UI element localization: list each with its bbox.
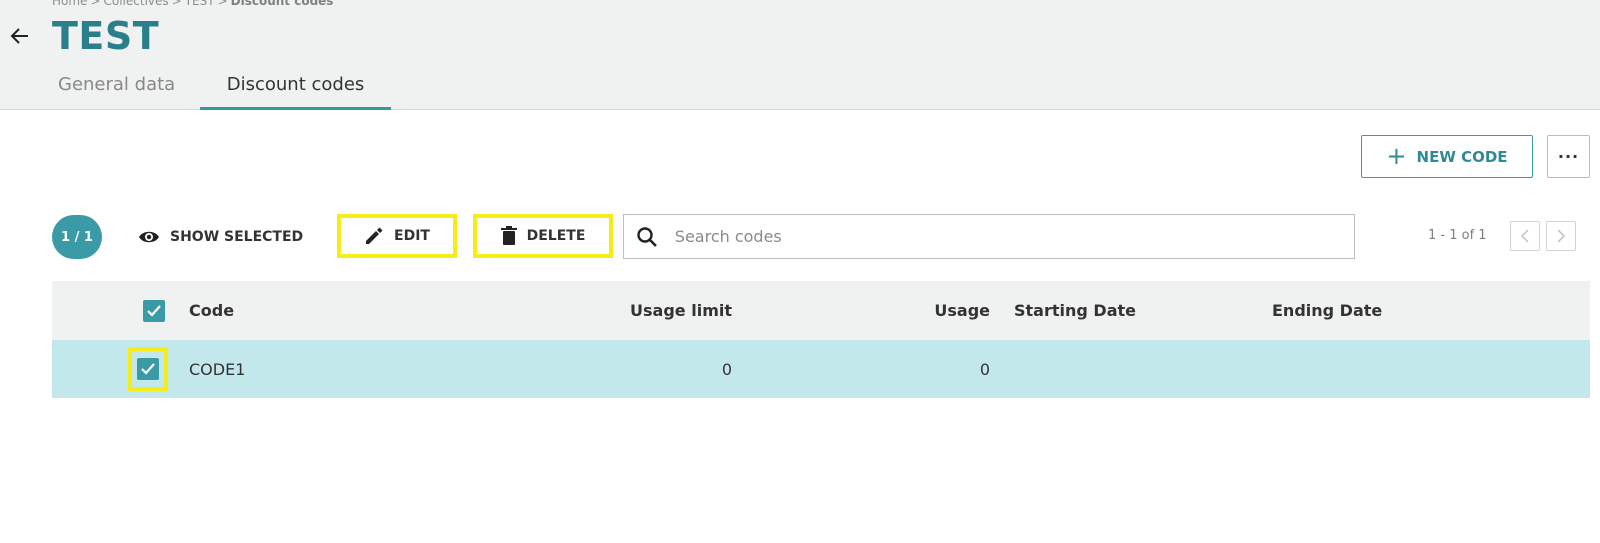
column-header-usage-limit[interactable]: Usage limit: [452, 281, 732, 340]
next-page-button[interactable]: [1546, 221, 1576, 251]
more-options-button[interactable]: ···: [1547, 135, 1590, 178]
selected-count-badge: 1 / 1: [52, 215, 102, 259]
breadcrumb: Home > Collectives > TEST > Discount codes: [52, 0, 333, 8]
column-header-ending-date[interactable]: Ending Date: [1272, 281, 1382, 340]
check-icon: [141, 363, 155, 375]
search-input[interactable]: [670, 215, 1354, 258]
tab-general-data[interactable]: General data: [30, 70, 203, 110]
pagination-label: 1 - 1 of 1: [1428, 228, 1487, 243]
show-selected-label: SHOW SELECTED: [170, 229, 304, 245]
breadcrumb-item-home[interactable]: Home: [52, 0, 87, 8]
breadcrumb-current: Discount codes: [230, 0, 334, 8]
new-code-button[interactable]: + NEW CODE: [1361, 135, 1533, 178]
page-header: Home > Collectives > TEST > Discount codes TES…: [0, 0, 1600, 110]
edit-label: EDIT: [394, 228, 430, 244]
breadcrumb-separator: >: [217, 0, 228, 8]
search-box: [623, 214, 1355, 259]
tab-discount-codes[interactable]: Discount codes: [200, 70, 391, 110]
arrow-left-icon: [10, 28, 28, 44]
page-title: TEST: [52, 14, 160, 58]
select-all-checkbox[interactable]: [143, 299, 165, 322]
chevron-right-icon: [1557, 229, 1566, 243]
delete-button[interactable]: DELETE: [473, 214, 613, 258]
table-header: Code Usage limit Usage Starting Date End…: [52, 281, 1590, 340]
cell-usage: 0: [979, 359, 990, 379]
breadcrumb-item-test[interactable]: TEST: [185, 0, 215, 8]
header-checkbox-cell: [140, 281, 168, 340]
trash-icon: [500, 226, 517, 245]
chevron-left-icon: [1520, 229, 1529, 243]
plus-icon: +: [1386, 141, 1407, 170]
row-checkbox[interactable]: [137, 358, 159, 380]
breadcrumb-item-collectives[interactable]: Collectives: [104, 0, 169, 8]
breadcrumb-separator: >: [90, 0, 101, 8]
check-icon: [147, 304, 161, 317]
cell-usage-limit: 0: [721, 359, 732, 379]
edit-button[interactable]: EDIT: [337, 214, 457, 258]
column-header-code[interactable]: Code: [189, 281, 234, 340]
table-row[interactable]: CODE1 0 0: [52, 340, 1590, 398]
eye-icon: [139, 231, 159, 243]
column-header-usage[interactable]: Usage: [752, 281, 990, 340]
row-checkbox-cell: [128, 340, 168, 398]
search-icon: [624, 226, 671, 248]
previous-page-button[interactable]: [1510, 221, 1540, 251]
new-code-label: NEW CODE: [1416, 147, 1508, 166]
discount-codes-table: Code Usage limit Usage Starting Date End…: [52, 281, 1590, 398]
row-checkbox-highlight: [128, 347, 168, 391]
breadcrumb-separator: >: [171, 0, 182, 8]
delete-label: DELETE: [526, 228, 586, 244]
cell-code: CODE1: [189, 359, 246, 379]
pencil-icon: [366, 227, 383, 244]
show-selected-button[interactable]: SHOW SELECTED: [138, 215, 304, 259]
column-header-starting-date[interactable]: Starting Date: [1014, 281, 1136, 340]
back-button[interactable]: [8, 24, 32, 48]
